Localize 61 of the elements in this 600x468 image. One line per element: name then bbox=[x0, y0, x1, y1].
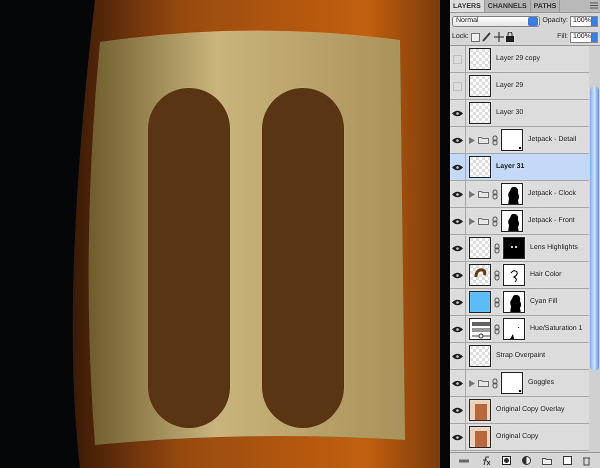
mask-thumbnail bbox=[501, 129, 523, 151]
visibility-toggle[interactable] bbox=[453, 82, 462, 90]
folder-icon bbox=[478, 190, 489, 198]
expand-triangle-icon bbox=[469, 380, 475, 386]
silhouette-mask-thumbnail bbox=[501, 210, 523, 232]
chain-link-icon bbox=[492, 216, 498, 226]
expand-triangle-icon bbox=[469, 136, 475, 144]
eye-icon[interactable] bbox=[452, 272, 463, 278]
eye-icon[interactable] bbox=[452, 434, 463, 440]
lock-move-icon[interactable] bbox=[494, 32, 504, 42]
chain-link-icon bbox=[492, 188, 498, 200]
eye-icon[interactable] bbox=[452, 136, 463, 144]
layer-thumbnail bbox=[469, 264, 491, 286]
chain-link-icon bbox=[494, 324, 500, 334]
transparent-thumbnail bbox=[469, 345, 491, 367]
eye-icon[interactable] bbox=[452, 190, 463, 198]
chain-link-icon bbox=[494, 270, 500, 280]
eye-icon[interactable] bbox=[452, 352, 463, 360]
expand-triangle-icon bbox=[469, 218, 475, 224]
mask-thumbnail bbox=[503, 318, 525, 340]
adjustment-thumbnail bbox=[469, 318, 491, 340]
folder-icon bbox=[478, 217, 489, 225]
chain-link-icon bbox=[492, 378, 498, 388]
photo-placeholder bbox=[469, 399, 491, 421]
photo-placeholder bbox=[469, 426, 491, 448]
adjustment-icon[interactable] bbox=[522, 456, 531, 465]
lock-transparency-icon[interactable] bbox=[470, 32, 480, 42]
mask-thumbnail bbox=[503, 237, 525, 259]
silhouette-mask-thumbnail bbox=[503, 291, 525, 313]
trash-icon[interactable] bbox=[582, 456, 592, 466]
eye-icon[interactable] bbox=[452, 326, 463, 332]
folder-icon bbox=[478, 136, 489, 144]
folder-icon bbox=[478, 379, 489, 387]
transparent-thumbnail bbox=[469, 156, 491, 178]
eye-icon[interactable] bbox=[452, 298, 463, 306]
fx-icon[interactable] bbox=[481, 456, 492, 466]
eye-icon[interactable] bbox=[452, 244, 463, 252]
mask-thumbnail bbox=[503, 264, 525, 286]
chain-link-icon bbox=[492, 134, 498, 146]
chain-link-icon bbox=[494, 296, 500, 308]
folder-icon[interactable] bbox=[542, 456, 552, 464]
eye-icon[interactable] bbox=[452, 406, 463, 414]
lock-icon[interactable] bbox=[506, 32, 514, 42]
transparent-thumbnail bbox=[469, 102, 491, 124]
visibility-toggle[interactable] bbox=[453, 54, 462, 64]
lock-brush-icon[interactable] bbox=[482, 32, 492, 42]
transparent-thumbnail bbox=[469, 237, 491, 259]
scrollbar[interactable] bbox=[589, 46, 600, 452]
expand-triangle-icon bbox=[469, 190, 475, 198]
new-layer-icon[interactable] bbox=[562, 456, 572, 465]
color-fill-thumbnail bbox=[469, 291, 491, 313]
transparent-thumbnail bbox=[469, 75, 491, 97]
transparent-thumbnail bbox=[469, 48, 491, 70]
eye-icon[interactable] bbox=[452, 110, 463, 116]
eye-icon[interactable] bbox=[452, 380, 463, 386]
silhouette-mask-thumbnail bbox=[501, 183, 523, 205]
chain-link-icon bbox=[494, 242, 500, 254]
mask-icon[interactable] bbox=[502, 456, 512, 465]
eye-icon[interactable] bbox=[452, 164, 463, 170]
mask-thumbnail bbox=[501, 372, 523, 394]
eye-icon[interactable] bbox=[452, 218, 463, 224]
